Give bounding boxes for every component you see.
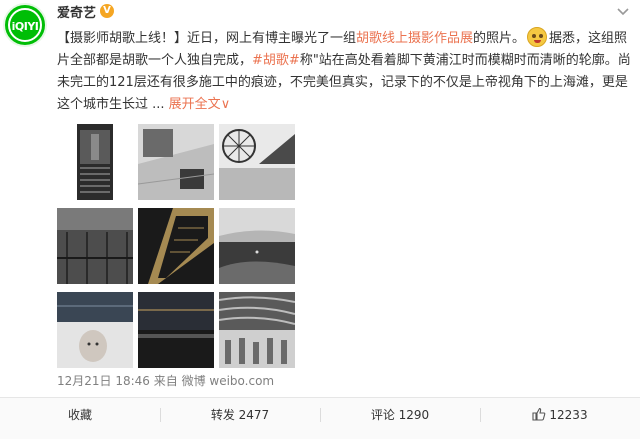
collect-label: 收藏 [67,408,92,422]
post-source[interactable]: 来自 微博 weibo.com [154,374,274,388]
photo-5[interactable] [138,208,214,284]
avatar-logo: iQIYI [8,8,42,42]
post-text-part-1: 【摄影师胡歌上线！】近日，网上有博主曝光了一组 [57,31,357,46]
action-bar: 收藏 转发 2477 评论 1290 12233 [0,398,640,439]
post-text-part-2: 的照片。 [473,31,526,46]
exhibition-link[interactable]: 胡歌线上摄影作品展 [356,31,473,46]
photo-3[interactable] [219,124,295,200]
photo-6[interactable] [219,208,295,284]
photo-8[interactable] [138,292,214,368]
smile-emoji-icon [527,27,548,47]
verified-badge-icon: V [100,4,115,18]
expand-arrow-icon: ∨ [220,97,231,112]
post-meta: 12月21日 18:46 来自 微博 weibo.com [57,372,274,389]
like-count: 12233 [549,408,588,422]
photo-9[interactable] [219,292,295,368]
like-thumbs-up-icon [532,407,546,421]
username[interactable]: 爱奇艺 [57,2,96,21]
post-date[interactable]: 12月21日 18:46 [57,374,150,388]
comment-label: 评论 1290 [370,408,430,422]
photo-gallery [57,124,297,368]
hashtag-link[interactable]: #胡歌# [252,53,300,68]
expand-full-text-link[interactable]: 展开全文∨ [169,97,231,112]
like-button[interactable]: 12233 [480,398,640,439]
photo-7[interactable] [57,292,133,368]
photo-1[interactable] [57,124,133,200]
comment-button[interactable]: 评论 1290 [320,398,480,439]
photo-2[interactable] [138,124,214,200]
avatar[interactable]: iQIYI [3,3,47,47]
chevron-down-icon[interactable] [616,4,630,18]
post-text: 【摄影师胡歌上线！】近日，网上有博主曝光了一组胡歌线上摄影作品展的照片。 据悉，这… [57,27,632,116]
forward-label: 转发 2477 [210,408,270,422]
post-header: 爱奇艺 V [57,2,115,21]
collect-button[interactable]: 收藏 [0,398,160,439]
expand-label: 展开全文 [168,97,221,112]
photo-4[interactable] [57,208,133,284]
forward-button[interactable]: 转发 2477 [160,398,320,439]
